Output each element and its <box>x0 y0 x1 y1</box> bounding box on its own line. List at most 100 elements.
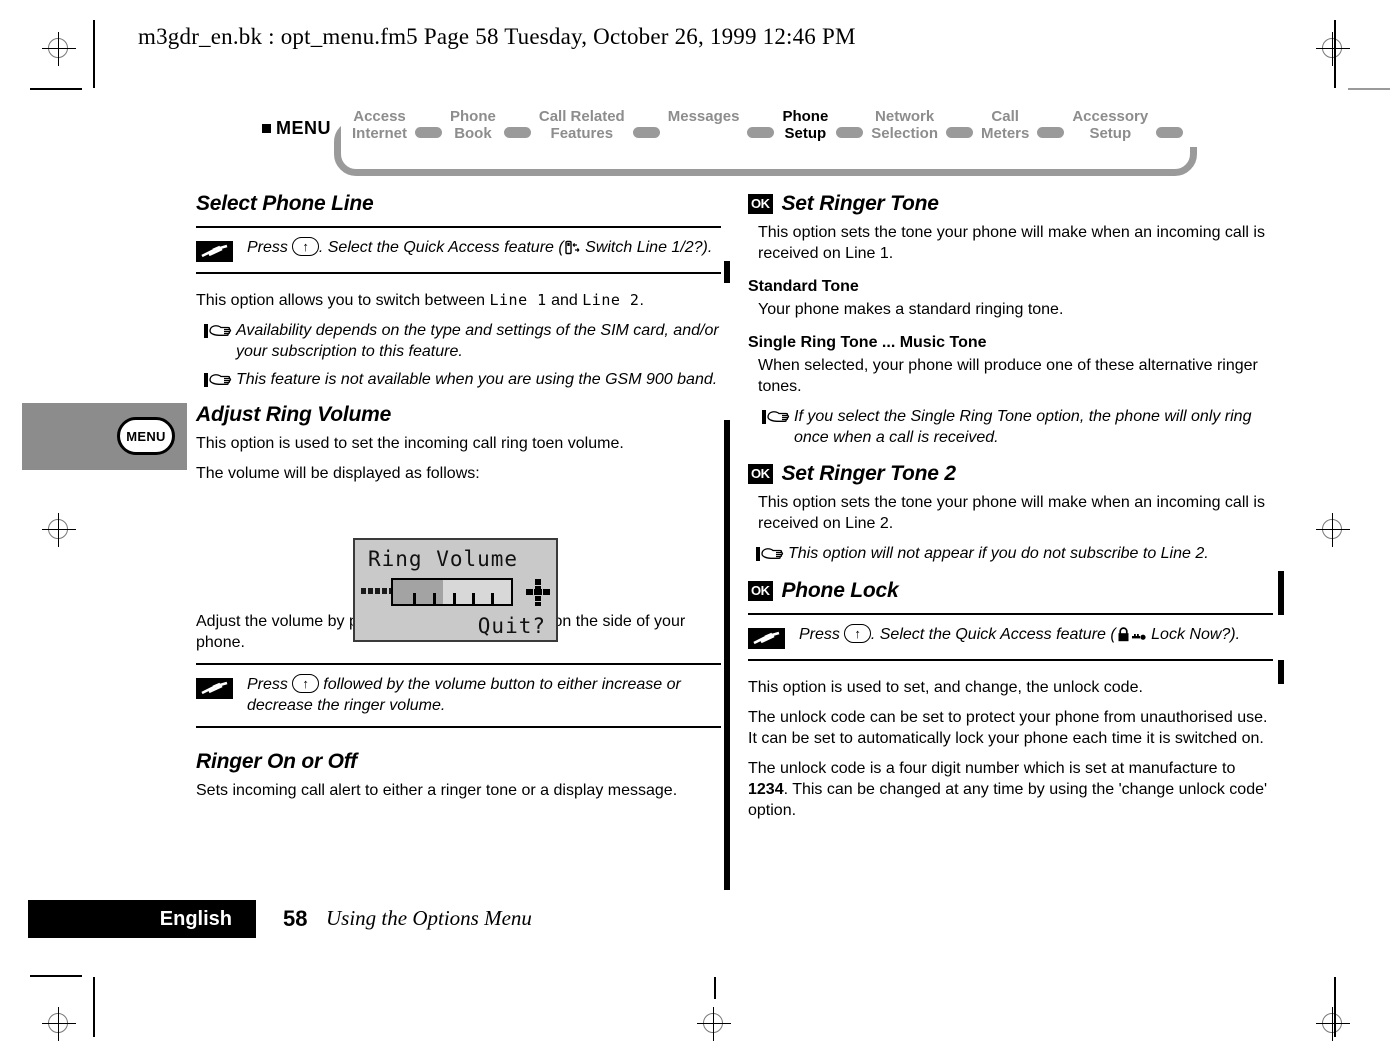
paragraph-adjust-intro: This option is used to set the incoming … <box>196 435 624 452</box>
unlock-default-prefix: The unlock code is a four digit number w… <box>748 760 1236 777</box>
ok-badge-icon: OK <box>748 194 773 214</box>
footer-page-number: 58 <box>283 906 308 931</box>
running-header: m3gdr_en.bk : opt_menu.fm5 Page 58 Tuesd… <box>138 24 856 49</box>
nav-connector-2 <box>503 127 531 138</box>
nav-item-label-line2: Setup <box>784 125 827 142</box>
side-menu-tab: MENU <box>22 403 187 470</box>
subheading-standard-tone: Standard Tone <box>748 278 859 295</box>
crop-mark-top-left-horizontal <box>30 88 82 90</box>
footer-language-bar: English <box>28 900 256 938</box>
tip-volume-buttons-text: Press ↑ followed by the volume button to… <box>247 674 721 716</box>
heading-select-phone-line: Select Phone Line <box>196 192 374 215</box>
pointing-hand-icon <box>756 545 786 565</box>
pointing-hand-icon <box>762 408 792 428</box>
paragraph-unlock-code-default: The unlock code is a four digit number w… <box>748 758 1273 821</box>
lightning-icon <box>196 678 233 699</box>
tip-press-word: Press <box>247 239 288 256</box>
nav-item-label-line2: Meters <box>980 125 1030 142</box>
nav-connector-5 <box>836 127 864 138</box>
crop-mark-top-right-vertical <box>1334 20 1336 88</box>
right-column: OK Set Ringer Tone This option sets the … <box>748 192 1273 830</box>
nav-item-label-line1: Call <box>991 108 1019 125</box>
registration-mark-bottom-right <box>1316 1007 1350 1041</box>
menu-key-button[interactable]: MENU <box>117 417 175 455</box>
heading-set-ringer-tone: OK Set Ringer Tone <box>748 192 1273 216</box>
key-icon <box>1131 627 1146 648</box>
paragraph-switch-lines: This option allows you to switch between… <box>196 290 721 311</box>
subheading-single-ring-tone: Single Ring Tone ... Music Tone <box>748 334 987 351</box>
nav-item-list: Access Internet Phone Book Call Related Featu… <box>348 108 1187 142</box>
nav-menu-root: MENU <box>262 118 331 139</box>
tip-select-phone-line-text: Press ↑. Select the Quick Access feature… <box>247 237 712 262</box>
heading-set-ringer-tone-label: Set Ringer Tone <box>781 192 939 215</box>
tip-phone-lock: Press ↑. Select the Quick Access feature… <box>748 613 1273 661</box>
pointing-hand-icon <box>204 371 234 391</box>
nav-item-phone[interactable]: Phone Setup <box>778 108 832 142</box>
ok-badge-icon: OK <box>748 581 773 601</box>
heading-phone-lock: OK Phone Lock <box>748 579 1273 603</box>
lcd-left-dots-icon <box>361 588 394 594</box>
padlock-icon <box>1117 627 1130 648</box>
line-1-value: Line 1 <box>489 291 547 309</box>
nav-connector-6 <box>945 127 973 138</box>
heading-set-ringer-tone-2: OK Set Ringer Tone 2 <box>748 462 1273 486</box>
volume-bar <box>391 578 513 606</box>
lcd-quit-label: Quit? <box>477 614 546 638</box>
note-sim-availability-text: Availability depends on the type and set… <box>236 322 719 360</box>
paragraph-ringer-tone-intro: This option sets the tone your phone wil… <box>758 224 1265 262</box>
nav-connector-4 <box>747 127 775 138</box>
phone-screen-graphic: Ring Volume Quit? <box>353 538 558 642</box>
up-key-cap: ↑ <box>292 674 319 693</box>
line-2-value: Line 2 <box>582 291 640 309</box>
nav-item-label-line1: Network <box>875 108 935 125</box>
left-column: Select Phone Line Press ↑. Select the Qu… <box>196 192 721 810</box>
nav-item-label-line2: Internet <box>352 125 408 142</box>
nav-item-label-line1: Messages <box>667 108 740 125</box>
menu-navigation-ribbon: MENU Access Internet Phone Book Call Related… <box>262 108 1197 180</box>
navigation-plus-icon <box>525 578 551 606</box>
nav-item-accessory[interactable]: Accessory Setup <box>1068 108 1152 142</box>
crop-mark-bottom-left-horizontal <box>30 975 82 977</box>
tip-feature-text: Switch Line 1/2?). <box>580 239 713 256</box>
tip-press-word: Press <box>247 676 288 693</box>
lcd-title: Ring Volume <box>368 547 519 571</box>
nav-item-label-line1: Call Related <box>538 108 625 125</box>
nav-item-label-line2: Book <box>454 125 492 142</box>
nav-item-network[interactable]: Network Selection <box>867 108 942 142</box>
nav-item-call[interactable]: Call Meters <box>977 108 1033 142</box>
nav-item-messages[interactable]: Messages <box>664 108 744 125</box>
note-single-ring-tone: If you select the Single Ring Tone optio… <box>748 406 1273 448</box>
crop-mark-bottom-center-vertical <box>714 977 716 999</box>
nav-item-label-line2: Features <box>550 125 614 142</box>
nav-connector-end <box>1156 127 1184 138</box>
nav-item-label-line2: Setup <box>1089 125 1132 142</box>
nav-item-access[interactable]: Access Internet <box>348 108 411 142</box>
nav-item-phone[interactable]: Phone Book <box>446 108 500 142</box>
nav-item-call-related[interactable]: Call Related Features <box>535 108 629 142</box>
tip-select-phone-line: Press ↑. Select the Quick Access feature… <box>196 226 721 274</box>
nav-connector-1 <box>415 127 443 138</box>
note-line-2-subscription-text: This option will not appear if you do no… <box>788 545 1209 562</box>
up-key-cap: ↑ <box>844 624 871 643</box>
nav-connector-3 <box>632 127 660 138</box>
crop-mark-bottom-right-vertical <box>1334 977 1336 1037</box>
note-gsm-band-text: This feature is not available when you a… <box>236 371 718 388</box>
tip-press-word: Press <box>799 626 840 643</box>
switch-intro-c: . <box>639 292 644 309</box>
heading-phone-lock-label: Phone Lock <box>781 579 899 602</box>
unlock-default-suffix: . This can be changed at any time by usi… <box>748 781 1268 819</box>
switch-intro-a: This option allows you to switch between <box>196 292 490 309</box>
nav-connector-7 <box>1037 127 1065 138</box>
paragraph-ringer-tone-2-intro: This option sets the tone your phone wil… <box>758 494 1265 532</box>
registration-mark-bottom-left <box>42 1007 76 1041</box>
pointing-hand-icon <box>204 322 234 342</box>
change-bar-left-gutter-2 <box>724 420 730 890</box>
crop-mark-top-right-horizontal <box>1348 88 1390 90</box>
registration-mark-bottom-center <box>697 1007 731 1041</box>
menu-bullet-icon <box>262 124 271 133</box>
change-bar-right-margin-2 <box>1278 660 1284 684</box>
switch-intro-b: and <box>546 292 583 309</box>
paragraph-volume-display: The volume will be displayed as follows: <box>196 465 480 482</box>
heading-ringer-on-or-off: Ringer On or Off <box>196 750 357 773</box>
lightning-icon <box>748 628 785 649</box>
